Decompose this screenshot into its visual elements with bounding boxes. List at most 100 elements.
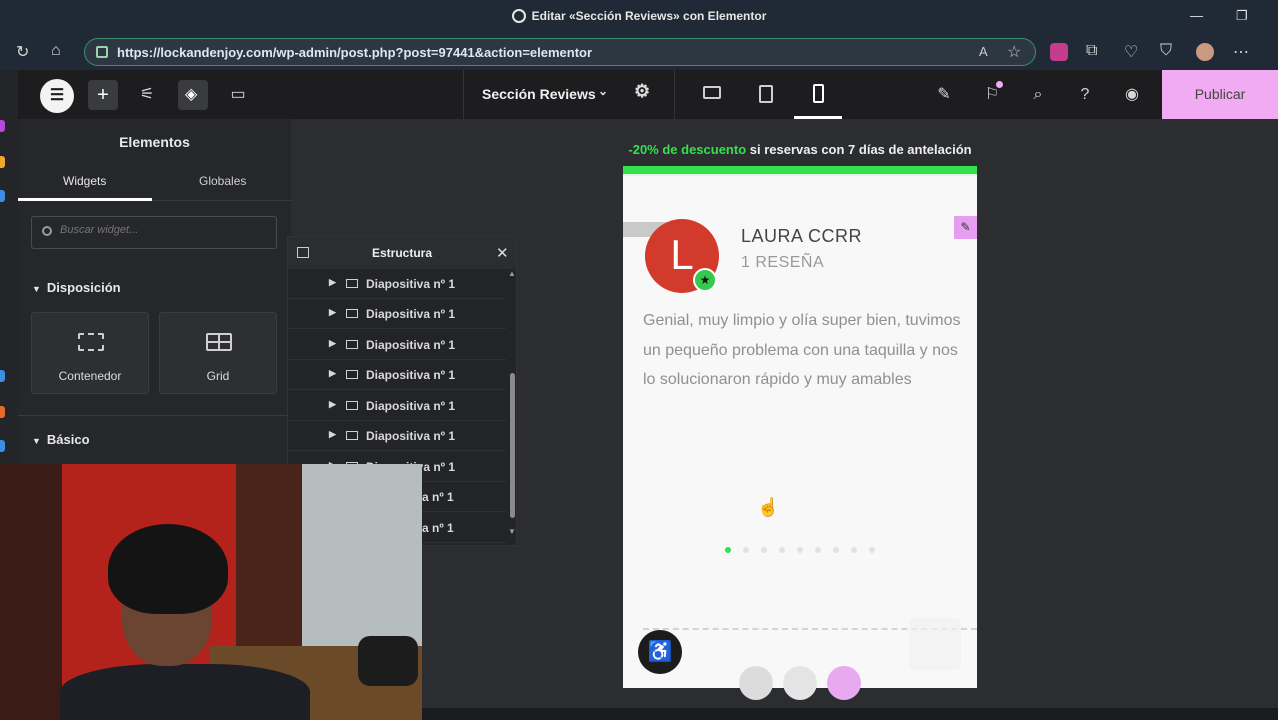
announcement-text: si reservas con 7 días de antelación (746, 142, 972, 157)
maximize-button[interactable]: ❐ (1236, 8, 1248, 24)
review-text: Genial, muy limpio y olía super bien, tu… (643, 312, 961, 388)
heartbeat-icon[interactable]: ♡ (1124, 42, 1138, 62)
more-menu-icon[interactable]: ⋯ (1233, 42, 1249, 62)
recaptcha-badge-icon (909, 618, 961, 670)
section-basico[interactable]: ▼ Básico (32, 432, 90, 447)
webcam-person-hair (108, 524, 228, 614)
carousel-dot[interactable] (815, 547, 821, 553)
minimize-button[interactable]: — (1190, 8, 1203, 23)
accessibility-icon[interactable]: ♿ (638, 630, 682, 674)
scroll-down-icon[interactable]: ▼ (508, 527, 516, 536)
favorite-star-icon[interactable]: ☆ (1007, 42, 1021, 62)
preview-eye-icon[interactable]: ◉ (1118, 81, 1146, 109)
caret-right-icon[interactable]: ▶ (329, 429, 336, 440)
search-icon[interactable]: ⌕ (1024, 81, 1052, 109)
caret-right-icon[interactable]: ▶ (329, 338, 336, 349)
discount-highlight: -20% de descuento (628, 142, 747, 157)
strip-app-icon[interactable] (0, 440, 5, 452)
carousel-dots (725, 540, 887, 558)
mobile-view-button[interactable] (794, 70, 842, 119)
page-settings-gear-icon[interactable]: ⚙ (634, 81, 650, 102)
read-aloud-icon[interactable]: A (979, 44, 988, 59)
scroll-up-icon[interactable]: ▲ (508, 269, 516, 278)
structure-row[interactable]: ▶ Diapositiva nº 1 (288, 330, 506, 360)
strip-app-icon[interactable] (0, 190, 5, 202)
tablet-view-button[interactable] (742, 70, 790, 119)
help-icon[interactable]: ? (1071, 81, 1099, 109)
carousel-dot[interactable] (869, 547, 875, 553)
notification-dot (996, 81, 1003, 88)
carousel-dot[interactable] (779, 547, 785, 553)
comments-icon[interactable]: ▭ (224, 81, 252, 109)
document-title-dropdown[interactable]: Sección Reviews ⌄ ⚙ (463, 70, 675, 119)
close-icon[interactable]: ✕ (496, 244, 509, 262)
desktop-view-button[interactable] (688, 70, 736, 119)
tablet-icon (759, 85, 773, 103)
carousel-dot[interactable] (797, 547, 803, 553)
carousel-dot[interactable] (851, 547, 857, 553)
url-text[interactable]: https://lockandenjoy.com/wp-admin/post.p… (117, 45, 592, 60)
tab-globales[interactable]: Globales (199, 174, 246, 188)
url-bar[interactable]: https://lockandenjoy.com/wp-admin/post.p… (84, 38, 1036, 66)
panel-title: Elementos (119, 134, 190, 150)
profile-avatar[interactable] (1196, 43, 1214, 61)
browser-shield-icon[interactable]: ⛉ (1160, 42, 1172, 60)
caret-right-icon[interactable]: ▶ (329, 277, 336, 288)
tab-widgets[interactable]: Widgets (63, 174, 106, 188)
edit-rocket-icon[interactable]: ✎ (930, 81, 958, 109)
structure-row[interactable]: ▶ Diapositiva nº 1 (288, 421, 506, 451)
publish-button[interactable]: Publicar (1162, 70, 1278, 119)
caret-down-icon: ▼ (32, 284, 41, 294)
row-label: Diapositiva nº 1 (366, 307, 456, 321)
structure-row[interactable]: ▶ Diapositiva nº 1 (288, 299, 506, 329)
structure-scrollbar[interactable]: ▲ ▼ (508, 269, 516, 539)
carousel-dot[interactable] (833, 547, 839, 553)
slide-icon (346, 279, 358, 288)
row-label: Diapositiva nº 1 (366, 368, 456, 382)
caret-right-icon[interactable]: ▶ (329, 399, 336, 410)
section-disposicion[interactable]: ▼ Disposición (32, 280, 121, 295)
strip-app-icon[interactable] (0, 156, 5, 168)
structure-row[interactable]: ▶ Diapositiva nº 1 (288, 360, 506, 390)
webcam-shelf (0, 464, 70, 720)
widget-search[interactable] (31, 216, 277, 249)
globe-icon (511, 9, 526, 23)
carousel-dot[interactable] (743, 547, 749, 553)
section-title: Básico (46, 432, 90, 447)
widget-contenedor[interactable]: Contenedor (31, 312, 149, 394)
structure-layers-button[interactable]: ◈ (178, 80, 208, 110)
row-label: Diapositiva nº 1 (366, 429, 456, 443)
elementor-logo-icon[interactable]: ☰ (40, 79, 74, 113)
add-element-button[interactable]: + (88, 80, 118, 110)
home-icon[interactable]: ⌂ (51, 42, 61, 60)
extensions-icon[interactable]: ⧉ (1086, 42, 1097, 60)
extension-shield-icon[interactable] (1050, 43, 1068, 61)
scrollbar-thumb[interactable] (510, 373, 515, 518)
row-label: a nº 1 (422, 521, 454, 535)
carousel-dot[interactable] (761, 547, 767, 553)
structure-row[interactable]: ▶ Diapositiva nº 1 (288, 269, 506, 299)
strip-app-icon[interactable] (0, 370, 5, 382)
strip-app-icon[interactable] (0, 406, 5, 418)
layers-icon: ◈ (185, 86, 198, 103)
carousel-dot[interactable] (725, 547, 731, 553)
accent-bar (623, 166, 977, 174)
strip-app-icon[interactable] (0, 120, 5, 132)
caret-right-icon[interactable]: ▶ (329, 307, 336, 318)
elements-panel: Elementos Widgets Globales ▼Disposición … (18, 119, 291, 464)
add-template-button[interactable] (783, 666, 817, 700)
window-title: Editar «Sección Reviews» con Elementor (0, 9, 1278, 23)
notifications-icon[interactable]: ⚐ (978, 81, 1006, 109)
ai-generate-button[interactable] (827, 666, 861, 700)
grid-icon (206, 333, 232, 351)
structure-row[interactable]: ▶ Diapositiva nº 1 (288, 391, 506, 421)
reload-icon[interactable]: ↻ (16, 42, 29, 62)
widget-search-input[interactable] (60, 224, 260, 236)
site-settings-sliders-icon[interactable]: ⚟ (133, 81, 161, 109)
caret-right-icon[interactable]: ▶ (329, 368, 336, 379)
row-label: Diapositiva nº 1 (366, 338, 456, 352)
add-section-button[interactable] (739, 666, 773, 700)
section-title: Disposición (46, 280, 121, 295)
widget-grid[interactable]: Grid (159, 312, 277, 394)
edit-widget-pencil-icon[interactable]: ✎ (954, 216, 977, 239)
